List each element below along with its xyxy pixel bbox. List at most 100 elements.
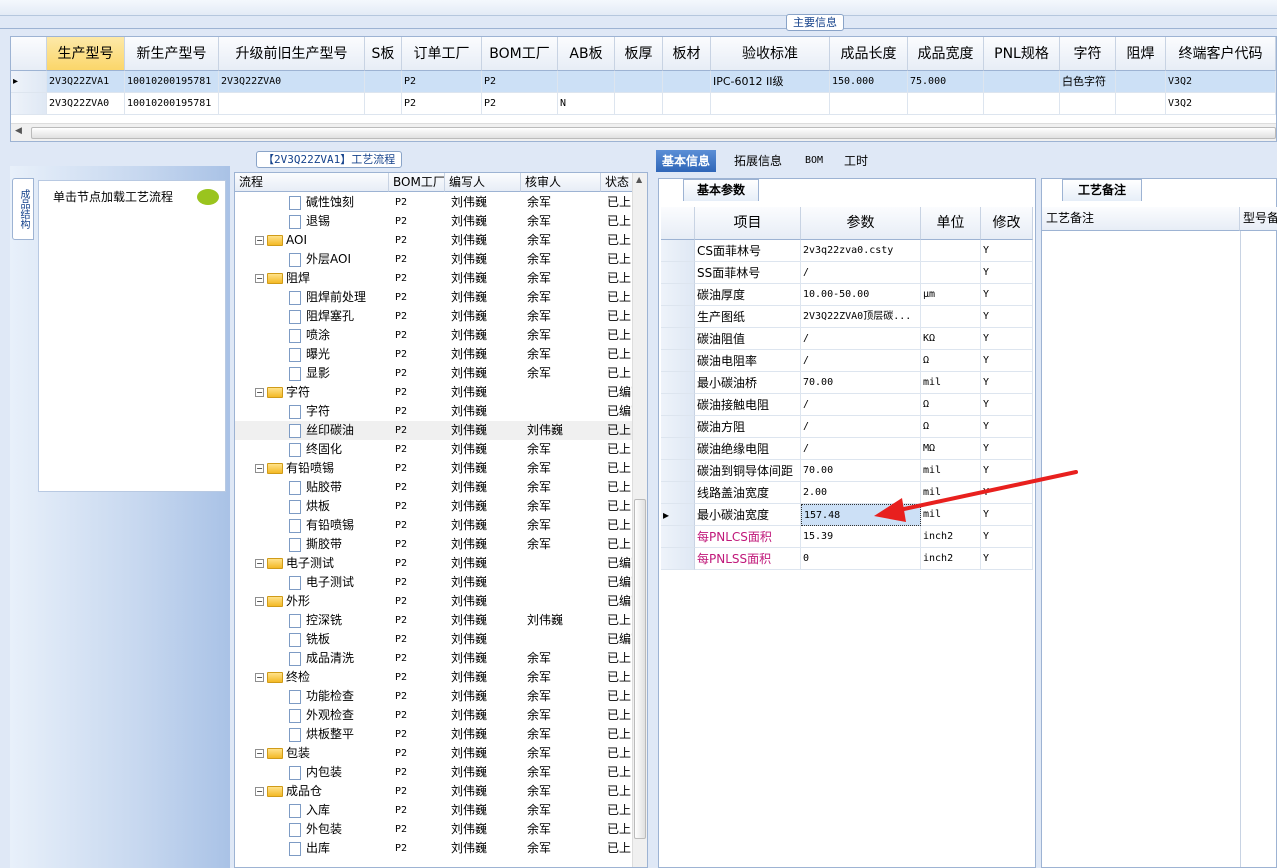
tree-row[interactable]: − 电子测试 P2 刘伟巍 已编写 <box>235 554 645 573</box>
param-modify[interactable]: Y <box>981 306 1033 328</box>
param-modify[interactable]: Y <box>981 328 1033 350</box>
param-col-header[interactable]: 修改 <box>981 207 1033 240</box>
param-value[interactable]: 2v3q22zva0.csty <box>801 240 921 262</box>
row-indicator[interactable] <box>661 350 695 372</box>
collapse-toggle-icon[interactable]: − <box>255 464 264 473</box>
param-row[interactable]: 最小碳油桥 70.00 mil Y <box>661 372 1033 394</box>
tree-col-header[interactable]: 编写人 <box>445 173 521 192</box>
table-cell[interactable] <box>365 93 402 115</box>
param-value[interactable]: / <box>801 438 921 460</box>
tree-row[interactable]: 阻焊前处理 P2 刘伟巍 余军 已上网 <box>235 288 645 307</box>
tree-node[interactable]: 贴胶带 <box>235 478 389 497</box>
tab-product-structure[interactable]: 成品结构 <box>12 178 34 240</box>
table-row[interactable]: 2V3Q22ZVA010010200195781P2P2NV3Q2202 <box>11 93 1276 115</box>
table-cell[interactable]: 2V3Q22ZVA0 <box>219 71 365 93</box>
tree-node[interactable]: 控深铣 <box>235 611 389 630</box>
table-cell[interactable]: P2 <box>482 93 558 115</box>
table-cell[interactable] <box>1116 93 1166 115</box>
scroll-left-arrow[interactable]: ◀ <box>15 126 22 136</box>
tree-node[interactable]: 烘板 <box>235 497 389 516</box>
param-modify[interactable]: Y <box>981 240 1033 262</box>
param-row[interactable]: SS面菲林号 / Y <box>661 262 1033 284</box>
tree-node[interactable]: 终固化 <box>235 440 389 459</box>
tree-node[interactable]: − 阻焊 <box>235 269 389 288</box>
tree-node[interactable]: − 终检 <box>235 668 389 687</box>
param-value[interactable]: / <box>801 328 921 350</box>
col-header[interactable]: PNL规格 <box>984 37 1060 71</box>
row-indicator[interactable] <box>661 482 695 504</box>
table-row[interactable]: ▸ 2V3Q22ZVA1 10010200195781 2V3Q22ZVA0 P2 P2 I… <box>11 71 1276 93</box>
param-row[interactable]: 碳油阻值 / KΩ Y <box>661 328 1033 350</box>
table-cell[interactable]: P2 <box>482 71 558 93</box>
row-indicator[interactable] <box>661 306 695 328</box>
tree-node[interactable]: 铣板 <box>235 630 389 649</box>
table-cell[interactable] <box>365 71 402 93</box>
tree-node[interactable]: − 成品仓 <box>235 782 389 801</box>
param-value[interactable]: 10.00-50.00 <box>801 284 921 306</box>
tree-node[interactable]: − AOI <box>235 231 389 250</box>
tab-extended-info[interactable]: 拓展信息 <box>728 150 788 172</box>
tree-row[interactable]: − 成品仓 P2 刘伟巍 余军 已上网 <box>235 782 645 801</box>
tree-node[interactable]: 入库 <box>235 801 389 820</box>
row-indicator[interactable] <box>661 416 695 438</box>
row-indicator[interactable] <box>661 372 695 394</box>
param-row[interactable]: 碳油电阻率 / Ω Y <box>661 350 1033 372</box>
param-modify[interactable]: Y <box>981 262 1033 284</box>
tree-row[interactable]: 成品清洗 P2 刘伟巍 余军 已上网 <box>235 649 645 668</box>
tree-row[interactable]: − 有铅喷锡 P2 刘伟巍 余军 已上网 <box>235 459 645 478</box>
param-value[interactable]: / <box>801 262 921 284</box>
tree-node[interactable]: 成品清洗 <box>235 649 389 668</box>
param-modify[interactable]: Y <box>981 548 1033 570</box>
row-indicator[interactable] <box>661 526 695 548</box>
tree-row[interactable]: 烘板 P2 刘伟巍 余军 已上网 <box>235 497 645 516</box>
param-row[interactable]: 每PNLSS面积 0 inch2 Y <box>661 548 1033 570</box>
tab-basic-params[interactable]: 基本参数 <box>683 179 759 201</box>
table-cell[interactable]: 150.000 <box>830 71 908 93</box>
table-cell[interactable] <box>615 71 663 93</box>
param-col-header[interactable]: 单位 <box>921 207 981 240</box>
row-indicator[interactable] <box>11 93 47 115</box>
tree-node[interactable]: 曝光 <box>235 345 389 364</box>
table-cell[interactable]: 75.000 <box>908 71 984 93</box>
col-header[interactable]: 成品长度 <box>830 37 908 71</box>
tree-row[interactable]: 入库 P2 刘伟巍 余军 已上网 <box>235 801 645 820</box>
tree-row[interactable]: 控深铣 P2 刘伟巍 刘伟巍 已上网 <box>235 611 645 630</box>
table-cell[interactable]: 10010200195781 <box>125 93 219 115</box>
table-cell[interactable] <box>219 93 365 115</box>
table-cell[interactable]: 2V3Q22ZVA1 <box>47 71 125 93</box>
table-cell[interactable] <box>663 71 711 93</box>
param-value[interactable]: 2V3Q22ZVA0顶层碳... <box>801 306 921 328</box>
collapse-toggle-icon[interactable]: − <box>255 236 264 245</box>
tree-row[interactable]: − 包装 P2 刘伟巍 余军 已上网 <box>235 744 645 763</box>
row-indicator[interactable] <box>661 438 695 460</box>
collapse-toggle-icon[interactable]: − <box>255 274 264 283</box>
collapse-toggle-icon[interactable]: − <box>255 559 264 568</box>
row-indicator[interactable]: ▸ <box>11 71 47 93</box>
col-header[interactable]: 字符 <box>1060 37 1116 71</box>
tree-row[interactable]: 喷涂 P2 刘伟巍 余军 已上网 <box>235 326 645 345</box>
tab-bom[interactable]: BOM <box>799 150 829 172</box>
col-header[interactable]: 阻焊 <box>1116 37 1166 71</box>
table-cell[interactable] <box>558 71 615 93</box>
row-indicator[interactable] <box>661 262 695 284</box>
tree-node[interactable]: 烘板整平 <box>235 725 389 744</box>
tree-row[interactable]: 碱性蚀刻 P2 刘伟巍 余军 已上网 <box>235 193 645 212</box>
table-cell[interactable]: 10010200195781 <box>125 71 219 93</box>
tab-process-notes[interactable]: 工艺备注 <box>1062 179 1142 201</box>
tree-row[interactable]: 外包装 P2 刘伟巍 余军 已上网 <box>235 820 645 839</box>
row-indicator[interactable] <box>661 240 695 262</box>
param-col-header[interactable]: 项目 <box>695 207 801 240</box>
table-cell[interactable]: V3Q2 <box>1166 71 1276 93</box>
col-header[interactable]: 升级前旧生产型号 <box>219 37 365 71</box>
tree-node[interactable]: 退锡 <box>235 212 389 231</box>
param-value[interactable]: 0 <box>801 548 921 570</box>
table-cell[interactable]: N <box>558 93 615 115</box>
param-col-header[interactable]: 参数 <box>801 207 921 240</box>
scroll-thumb[interactable] <box>31 127 1276 139</box>
param-modify[interactable]: Y <box>981 372 1033 394</box>
tree-node[interactable]: 出库 <box>235 839 389 858</box>
table-cell[interactable] <box>615 93 663 115</box>
table-cell[interactable]: IPC-6012 II级 <box>711 71 830 93</box>
tree-col-header[interactable]: 核审人 <box>521 173 601 192</box>
tree-node[interactable]: − 包装 <box>235 744 389 763</box>
